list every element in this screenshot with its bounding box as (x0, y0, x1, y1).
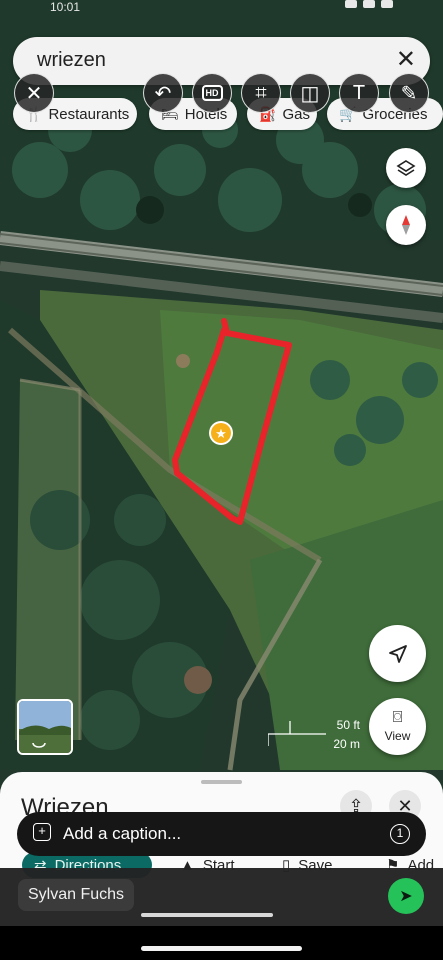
status-icons (345, 0, 393, 8)
battery-icon (381, 0, 393, 8)
sticker-button[interactable]: ◫ (290, 73, 330, 113)
recipient-chip[interactable]: Sylvan Fuchs (18, 879, 135, 911)
scale-feet: 50 ft (336, 718, 360, 732)
home-area (0, 926, 443, 960)
close-edit-button[interactable]: ✕ (14, 73, 54, 113)
sticker-icon: ◫ (300, 82, 320, 105)
compass-icon (402, 215, 410, 235)
view-button[interactable]: ⌼ View (369, 698, 426, 755)
navigation-arrow-icon (388, 644, 407, 663)
crop-icon: ⌗ (255, 81, 267, 104)
layers-icon (396, 160, 416, 176)
layers-button[interactable] (386, 148, 426, 188)
home-indicator[interactable] (141, 946, 302, 951)
pencil-icon: ✎ (400, 82, 418, 105)
street-view-thumbnail[interactable] (17, 699, 73, 755)
view-once-button[interactable]: 1 (390, 824, 410, 844)
status-time: 10:01 (50, 0, 81, 14)
chip-label: Restaurants (48, 105, 130, 123)
screen: ★ 10:01 wriezen ✕ ✕ ↶ HD ⌗ ◫ T ✎ 🍴 Resta… (0, 0, 443, 960)
send-button[interactable]: ➤ (388, 878, 424, 914)
close-icon: ✕ (25, 82, 43, 105)
text-icon: T (352, 81, 366, 104)
caption-bar[interactable]: + Add a caption... 1 (17, 812, 426, 856)
hd-button[interactable]: HD (192, 73, 232, 113)
street-view-icon: ⌼ (392, 709, 403, 726)
undo-button[interactable]: ↶ (143, 73, 183, 113)
svg-text:★: ★ (215, 427, 227, 442)
search-query[interactable]: wriezen (37, 49, 106, 72)
hd-icon: HD (201, 85, 223, 101)
undo-icon: ↶ (154, 82, 172, 105)
message-bar: Sylvan Fuchs ➤ (0, 868, 443, 926)
text-button[interactable]: T (339, 73, 379, 113)
caption-input[interactable]: Add a caption... (63, 824, 181, 844)
draw-button[interactable]: ✎ (389, 73, 429, 113)
map-scale: 50 ft 20 m (268, 718, 368, 754)
status-bar: 10:01 (0, 0, 443, 14)
wifi-icon (363, 0, 375, 8)
add-media-icon[interactable]: + (33, 823, 51, 841)
compass-button[interactable] (386, 205, 426, 245)
close-icon[interactable]: ✕ (396, 47, 416, 73)
street-view-image (19, 701, 71, 753)
sheet-handle[interactable] (201, 780, 242, 784)
my-location-button[interactable] (369, 625, 426, 682)
crop-button[interactable]: ⌗ (241, 73, 281, 113)
send-icon: ➤ (399, 888, 413, 905)
signal-icon (345, 0, 357, 8)
view-label: View (384, 729, 411, 743)
sheet-grabber (141, 913, 273, 917)
scale-meters: 20 m (333, 737, 360, 751)
